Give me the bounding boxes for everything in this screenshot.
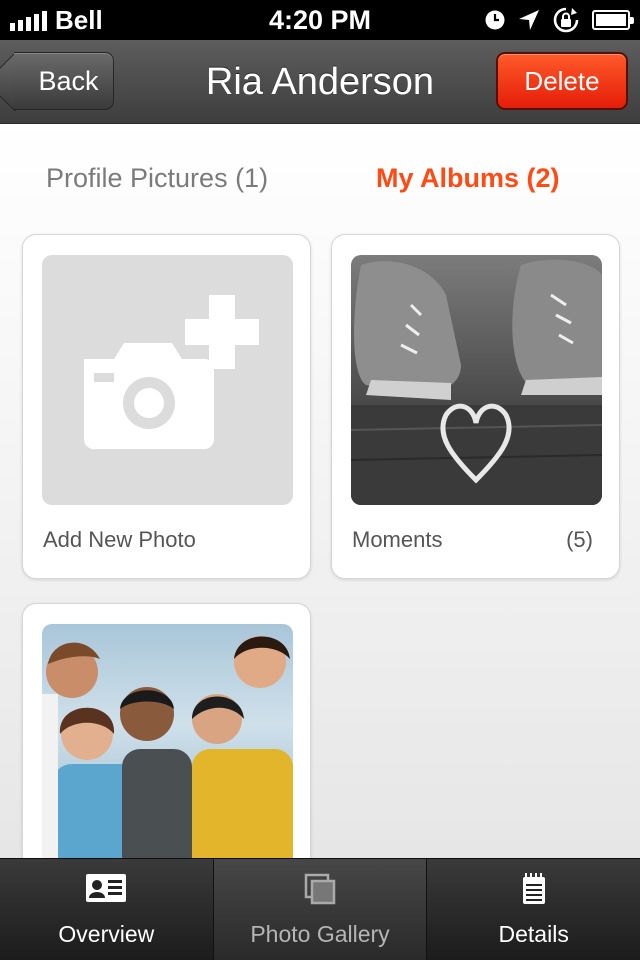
tab-overview[interactable]: Overview — [0, 859, 214, 960]
group-of-friends-illustration — [42, 636, 293, 858]
add-new-photo-card[interactable]: Add New Photo — [22, 234, 311, 579]
back-button[interactable]: Back — [14, 52, 114, 110]
alarm-clock-icon — [485, 10, 505, 30]
tab-bar: Overview Photo Gallery Details — [0, 858, 640, 960]
tab-photo-gallery[interactable]: Photo Gallery — [213, 859, 428, 960]
page-title: Ria Anderson — [205, 61, 435, 103]
add-photo-thumbnail — [42, 255, 293, 505]
notepad-icon — [522, 873, 545, 904]
tab-label: Overview — [58, 921, 155, 947]
album-card-moments[interactable]: Moments (5) — [331, 234, 620, 579]
tab-label: Details — [498, 921, 569, 947]
id-card-icon — [86, 874, 127, 902]
tab-details[interactable]: Details — [427, 859, 640, 960]
status-icons — [484, 7, 634, 33]
tab-label: Photo Gallery — [250, 921, 390, 947]
status-bar: Bell 4:20 PM — [0, 0, 640, 40]
friends-photo — [42, 624, 293, 858]
tab-my-albums[interactable]: My Albums (2) — [376, 160, 560, 196]
content-area[interactable]: Profile Pictures (1) My Albums (2) Add N… — [0, 124, 640, 858]
album-label: Moments — [352, 527, 443, 552]
navigation-bar: Back Ria Anderson Delete — [0, 40, 640, 124]
album-photo-count: (5) — [566, 527, 593, 552]
gallery-icon — [304, 873, 336, 905]
delete-button[interactable]: Delete — [496, 52, 628, 110]
moments-photo — [351, 255, 602, 505]
rotation-lock-icon — [553, 7, 579, 33]
album-card-friends[interactable] — [22, 603, 311, 858]
shoes-heart-illustration — [351, 259, 602, 505]
tab-profile-pictures[interactable]: Profile Pictures (1) — [46, 160, 268, 196]
add-camera-icon — [83, 295, 259, 450]
battery-icon — [592, 10, 634, 30]
location-arrow-icon — [519, 10, 539, 30]
album-label: Add New Photo — [43, 527, 196, 552]
